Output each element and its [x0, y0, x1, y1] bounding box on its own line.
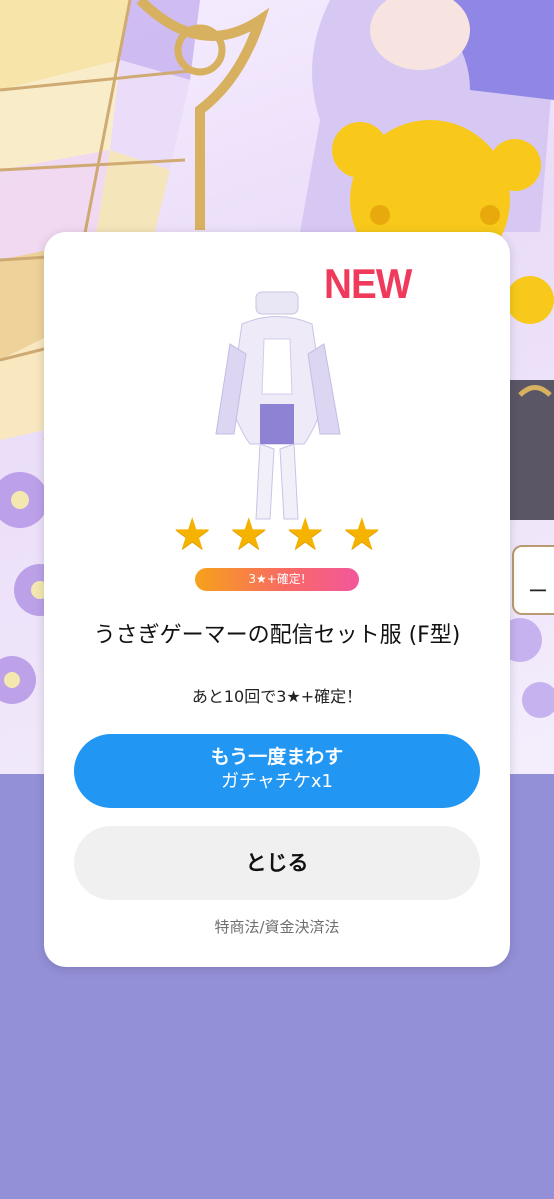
- legal-notice-link[interactable]: 特商法/資金決済法: [44, 916, 510, 937]
- rarity-stars: ★ ★ ★ ★: [44, 510, 510, 560]
- star-icon: ★: [285, 509, 325, 560]
- star-icon: ★: [172, 509, 212, 560]
- speech-bubble-text: ー: [528, 579, 548, 603]
- spin-again-label: もう一度まわす: [210, 746, 344, 768]
- item-name: うさぎゲーマーの配信セット服 (F型): [93, 623, 461, 648]
- gacha-result-dialog: NEW ★ ★ ★ ★ 3★+確定! うさぎゲーマーの配信セット服 (F型) あ…: [44, 232, 510, 967]
- star-icon: ★: [229, 509, 269, 560]
- remaining-count-text: あと10回で3★+確定！: [191, 687, 363, 706]
- close-button[interactable]: とじる: [74, 826, 480, 900]
- spin-again-button[interactable]: もう一度まわす ガチャチケx1: [74, 734, 480, 808]
- guarantee-badge: 3★+確定!: [195, 568, 359, 591]
- outfit-preview-image: [215, 291, 341, 520]
- star-icon: ★: [342, 509, 382, 560]
- speech-bubble: ー: [512, 545, 554, 615]
- ticket-cost-label: ガチャチケx1: [221, 771, 333, 792]
